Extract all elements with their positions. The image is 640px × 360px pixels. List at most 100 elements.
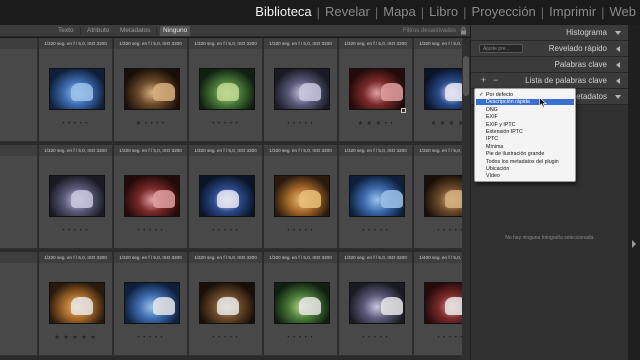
- dropdown-option[interactable]: Mínima: [476, 144, 574, 150]
- photo-thumbnail[interactable]: [424, 282, 462, 324]
- grid-cell[interactable]: 1/320 seg. en f / 5,0, ISO 3200 • • • • •: [264, 38, 338, 142]
- dropdown-option[interactable]: Ubicación: [476, 166, 574, 172]
- photo-thumbnail[interactable]: [274, 282, 330, 324]
- right-panel-edge: [628, 25, 640, 360]
- grid-cell[interactable]: 1/320 seg. en f / 5,0, ISO 3200 ★ • • • •: [114, 38, 188, 142]
- grid-cell[interactable]: 1/320 seg. en f / 5,0, ISO 3200 • • • • •: [414, 145, 462, 249]
- dropdown-option[interactable]: Vídeo: [476, 173, 574, 179]
- grid-cell[interactable]: 1/400 seg. en f / 5,0, ISO 2000 • • • • •: [414, 252, 462, 356]
- star-rating[interactable]: ★ ★ ★ ★ ★: [39, 335, 112, 341]
- dropdown-option[interactable]: Pie de ilustración grande: [476, 151, 574, 157]
- module-imprimir[interactable]: Imprimir: [549, 4, 596, 20]
- star-rating[interactable]: • • • • •: [339, 335, 412, 341]
- histogram-panel-header[interactable]: Histograma: [471, 25, 629, 41]
- photo-thumbnail[interactable]: [49, 175, 105, 217]
- module-biblioteca[interactable]: Biblioteca: [255, 4, 311, 20]
- star-rating[interactable]: • • • • •: [339, 228, 412, 234]
- collapse-triangle-icon[interactable]: [615, 95, 621, 99]
- dropdown-option[interactable]: EXIF: [476, 114, 574, 120]
- grid-cell[interactable]: 1/320 seg. en f / 5,0, ISO 3200 • • • • •: [114, 145, 188, 249]
- dropdown-option[interactable]: Todos los metadatos del plugin: [476, 159, 574, 165]
- photo-thumbnail[interactable]: [274, 175, 330, 217]
- photo-thumbnail[interactable]: [49, 68, 105, 110]
- photo-thumbnail[interactable]: [199, 282, 255, 324]
- photo-thumbnail[interactable]: [349, 175, 405, 217]
- grid-cell[interactable]: 1/320 seg. en f / 5,0, ISO 3200 • • • • •: [189, 145, 263, 249]
- star-rating[interactable]: • • • • •: [114, 228, 187, 234]
- star-rating[interactable]: • • • • •: [189, 228, 262, 234]
- photo-thumbnail[interactable]: [199, 175, 255, 217]
- module-web[interactable]: Web: [610, 4, 637, 20]
- quick-develop-panel-header[interactable]: Ajuste pre... Revelado rápido: [471, 41, 629, 57]
- star-rating[interactable]: • • • • •: [114, 335, 187, 341]
- grid-cell[interactable]: [0, 38, 38, 142]
- filter-tab-atributo[interactable]: Atributo: [84, 26, 112, 36]
- photo-thumbnail[interactable]: [424, 68, 462, 110]
- expand-triangle-icon[interactable]: [616, 46, 620, 52]
- star-rating[interactable]: • • • • •: [264, 121, 337, 127]
- grid-cell[interactable]: 1/320 seg. en f / 5,0, ISO 3200 ★ ★ ★ • •: [339, 38, 413, 142]
- grid-scrollbar[interactable]: [462, 38, 470, 360]
- scrollbar-thumb[interactable]: [463, 56, 469, 96]
- star-rating[interactable]: ★ ★ ★ • •: [339, 121, 412, 127]
- panel-toggle-arrow-icon[interactable]: [632, 240, 636, 248]
- filters-preset-dropdown[interactable]: Filtros desactivados: [403, 26, 456, 36]
- filter-tab-texto[interactable]: Texto: [55, 26, 77, 36]
- grid-cell[interactable]: 1/320 seg. en f / 5,0, ISO 3200 • • • • •: [264, 252, 338, 356]
- grid-cell[interactable]: 1/320 seg. en f / 5,0, ISO 3200 • • • • •: [264, 145, 338, 249]
- photo-subject: [299, 297, 321, 315]
- photo-thumbnail[interactable]: [349, 282, 405, 324]
- dropdown-option[interactable]: IPTC: [476, 136, 574, 142]
- grid-cell[interactable]: 1/320 seg. en f / 5,0, ISO 3200 • • • • •: [114, 252, 188, 356]
- grid-cell[interactable]: [0, 145, 38, 249]
- grid-cell[interactable]: 1/320 seg. en f / 5,0, ISO 3200 ★ ★ ★ ★ ★: [39, 252, 113, 356]
- star-rating[interactable]: ★ • • • •: [114, 121, 187, 127]
- dropdown-option[interactable]: EXIF y IPTC: [476, 122, 574, 128]
- star-rating[interactable]: ★ ★ ★ ★ •: [414, 121, 462, 127]
- star-rating[interactable]: • • • • •: [39, 228, 112, 234]
- lock-icon[interactable]: [460, 27, 467, 35]
- star-rating[interactable]: • • • • •: [414, 335, 462, 341]
- grid-cell[interactable]: 1/320 seg. en f / 5,0, ISO 3200 • • • • •: [189, 38, 263, 142]
- filter-tab-ninguno[interactable]: Ninguno: [160, 26, 191, 36]
- photo-thumbnail[interactable]: [49, 282, 105, 324]
- photo-thumbnail[interactable]: [124, 282, 180, 324]
- module-proyeccion[interactable]: Proyección: [471, 4, 535, 20]
- star-rating[interactable]: • • • • •: [264, 228, 337, 234]
- expand-triangle-icon[interactable]: [616, 62, 620, 68]
- grid-cell[interactable]: 1/320 seg. en f / 5,0, ISO 3200 • • • • •: [339, 145, 413, 249]
- star-rating[interactable]: • • • • •: [414, 228, 462, 234]
- add-keyword-button[interactable]: +: [481, 75, 486, 85]
- module-mapa[interactable]: Mapa: [383, 4, 416, 20]
- keywording-panel-header[interactable]: Palabras clave: [471, 57, 629, 73]
- star-rating[interactable]: • • • • •: [264, 335, 337, 341]
- dropdown-option[interactable]: Descripción rápida: [476, 99, 574, 106]
- dropdown-option[interactable]: Extensión IPTC: [476, 129, 574, 135]
- photo-thumbnail[interactable]: [124, 175, 180, 217]
- module-libro[interactable]: Libro: [429, 4, 458, 20]
- photo-thumbnail[interactable]: [199, 68, 255, 110]
- star-rating[interactable]: • • • • •: [189, 335, 262, 341]
- grid-cell[interactable]: 1/320 seg. en f / 5,0, ISO 3200 • • • • •: [39, 145, 113, 249]
- grid-cell[interactable]: 1/320 seg. en f / 5,0, ISO 3200 • • • • •: [339, 252, 413, 356]
- star-rating[interactable]: • • • • •: [39, 121, 112, 127]
- metadata-view-dropdown[interactable]: ✓ Por defecto Descripción rápida DNG EXIF EXI…: [474, 88, 576, 182]
- star-rating[interactable]: • • • • •: [189, 121, 262, 127]
- photo-thumbnail[interactable]: [349, 68, 405, 110]
- photo-thumbnail[interactable]: [424, 175, 462, 217]
- grid-cell[interactable]: 1/320 seg. en f / 5,0, ISO 3200 • • • • •: [189, 252, 263, 356]
- remove-keyword-button[interactable]: −: [493, 75, 498, 85]
- module-revelar[interactable]: Revelar: [325, 4, 370, 20]
- grid-cell[interactable]: [0, 252, 38, 356]
- grid-cell[interactable]: 1/320 seg. en f / 5,0, ISO 3200 • • • • •: [39, 38, 113, 142]
- expand-triangle-icon[interactable]: [616, 78, 620, 84]
- keyword-list-panel-header[interactable]: + − Lista de palabras clave: [471, 73, 629, 89]
- collapse-triangle-icon[interactable]: [615, 31, 621, 35]
- grid-cell[interactable]: 1/320 seg. en f / 5,0, ISO 3200 ★ ★ ★ ★ •: [414, 38, 462, 142]
- photo-thumbnail[interactable]: [124, 68, 180, 110]
- preset-select[interactable]: Ajuste pre...: [479, 44, 523, 53]
- dropdown-option[interactable]: DNG: [476, 107, 574, 113]
- dropdown-option[interactable]: ✓ Por defecto: [476, 92, 574, 98]
- filter-tab-metadatos[interactable]: Metadatos: [117, 26, 153, 36]
- photo-thumbnail[interactable]: [274, 68, 330, 110]
